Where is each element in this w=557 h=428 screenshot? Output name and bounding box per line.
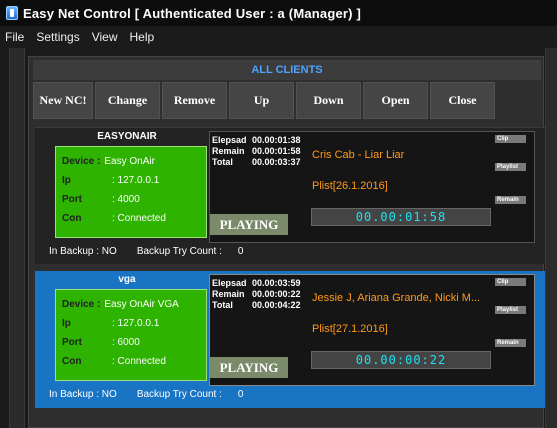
con-label: Con bbox=[62, 356, 82, 367]
con-value: : Connected bbox=[112, 213, 166, 224]
app-icon bbox=[6, 6, 18, 20]
con-label: Con bbox=[62, 213, 82, 224]
client-info-box: Device : Easy OnAir Ip : 127.0.0.1 Port : 4… bbox=[55, 146, 207, 238]
backup-status: In Backup : NO Backup Try Count : 0 bbox=[49, 389, 243, 400]
new-nc-button[interactable]: New NC! bbox=[33, 82, 93, 119]
backup-try-label: Backup Try Count : bbox=[136, 389, 222, 400]
song-title: Cris Cab - Liar Liar bbox=[312, 149, 405, 161]
clip-button[interactable]: Clip bbox=[495, 278, 526, 286]
remain-value: 00.00:00:22 bbox=[252, 289, 301, 299]
elapsed-label: Elepsad bbox=[212, 278, 247, 288]
section-title: ALL CLIENTS bbox=[33, 60, 541, 80]
menu-settings[interactable]: Settings bbox=[30, 30, 85, 44]
open-button[interactable]: Open bbox=[363, 82, 428, 119]
backup-status: In Backup : NO Backup Try Count : 0 bbox=[49, 246, 243, 257]
remain-label: Remain bbox=[212, 289, 245, 299]
up-button[interactable]: Up bbox=[229, 82, 294, 119]
right-scrollbar[interactable] bbox=[545, 48, 557, 428]
ip-label: Ip bbox=[62, 175, 71, 186]
countdown-timer: 00.00:00:22 bbox=[311, 351, 491, 369]
change-button[interactable]: Change bbox=[95, 82, 160, 119]
player-panel: Elepsad 00.00:03:59 Remain 00.00:00:22 Tot… bbox=[209, 274, 535, 386]
port-label: Port bbox=[62, 194, 82, 205]
ip-value: : 127.0.0.1 bbox=[112, 318, 160, 329]
song-title: Jessie J, Ariana Grande, Nicki M... bbox=[312, 292, 481, 304]
down-button[interactable]: Down bbox=[296, 82, 361, 119]
close-button[interactable]: Close bbox=[430, 82, 495, 119]
menu-view[interactable]: View bbox=[86, 30, 124, 44]
client-card[interactable]: EASYONAIR Device : Easy OnAir Ip : 127.0.0… bbox=[35, 127, 545, 264]
device-value: Easy OnAir bbox=[104, 156, 155, 167]
countdown-timer: 00.00:01:58 bbox=[311, 208, 491, 226]
port-label: Port bbox=[62, 337, 82, 348]
playlist-button[interactable]: Playlist bbox=[495, 163, 526, 171]
window-title: Easy Net Control [ Authenticated User : … bbox=[23, 5, 362, 21]
elapsed-label: Elepsad bbox=[212, 135, 247, 145]
backup-try-label: Backup Try Count : bbox=[136, 246, 222, 257]
elapsed-value: 00.00:01:38 bbox=[252, 135, 301, 145]
playlist-name: Plist[26.1.2016] bbox=[312, 180, 388, 192]
remain-value: 00.00:01:58 bbox=[252, 146, 301, 156]
menu-help[interactable]: Help bbox=[124, 30, 161, 44]
clients-panel: ALL CLIENTS New NC! Change Remove Up Dow… bbox=[28, 56, 545, 428]
player-panel: Elepsad 00.00:01:38 Remain 00.00:01:58 Tot… bbox=[209, 131, 535, 243]
left-scrollbar[interactable] bbox=[9, 48, 25, 428]
client-name: vga bbox=[118, 274, 136, 285]
clip-button[interactable]: Clip bbox=[495, 135, 526, 143]
device-value: Easy OnAir VGA bbox=[104, 299, 179, 310]
client-info-box: Device : Easy OnAir VGA Ip : 127.0.0.1 Por… bbox=[55, 289, 207, 381]
playlist-button[interactable]: Playlist bbox=[495, 306, 526, 314]
device-label: Device : bbox=[62, 156, 101, 167]
ip-value: : 127.0.0.1 bbox=[112, 175, 160, 186]
client-name: EASYONAIR bbox=[97, 131, 157, 142]
port-value: : 6000 bbox=[112, 337, 140, 348]
total-value: 00.00:04:22 bbox=[252, 300, 301, 310]
in-backup-text: In Backup : NO bbox=[49, 389, 117, 400]
total-value: 00.00:03:37 bbox=[252, 157, 301, 167]
playlist-name: Plist[27.1.2016] bbox=[312, 323, 388, 335]
remain-label: Remain bbox=[212, 146, 245, 156]
elapsed-value: 00.00:03:59 bbox=[252, 278, 301, 288]
client-card-selected[interactable]: vga Device : Easy OnAir VGA Ip : 127.0.0.1… bbox=[35, 271, 545, 408]
time-readout: Elepsad 00.00:03:59 Remain 00.00:00:22 Tot… bbox=[212, 278, 301, 311]
app-window: Easy Net Control [ Authenticated User : … bbox=[0, 0, 557, 428]
con-value: : Connected bbox=[112, 356, 166, 367]
playing-status: PLAYING bbox=[210, 357, 288, 378]
total-label: Total bbox=[212, 300, 233, 310]
menu-file[interactable]: File bbox=[0, 30, 30, 44]
port-value: : 4000 bbox=[112, 194, 140, 205]
title-bar: Easy Net Control [ Authenticated User : … bbox=[0, 0, 557, 26]
ip-label: Ip bbox=[62, 318, 71, 329]
time-readout: Elepsad 00.00:01:38 Remain 00.00:01:58 Tot… bbox=[212, 135, 301, 168]
backup-try-count: 0 bbox=[237, 389, 244, 400]
menu-bar: File Settings View Help bbox=[0, 26, 557, 48]
backup-try-count: 0 bbox=[237, 246, 244, 257]
playing-status: PLAYING bbox=[210, 214, 288, 235]
remove-button[interactable]: Remove bbox=[162, 82, 227, 119]
remain-button[interactable]: Remain bbox=[495, 339, 526, 347]
toolbar: New NC! Change Remove Up Down Open Close bbox=[33, 82, 541, 119]
device-label: Device : bbox=[62, 299, 101, 310]
in-backup-text: In Backup : NO bbox=[49, 246, 117, 257]
total-label: Total bbox=[212, 157, 233, 167]
remain-button[interactable]: Remain bbox=[495, 196, 526, 204]
